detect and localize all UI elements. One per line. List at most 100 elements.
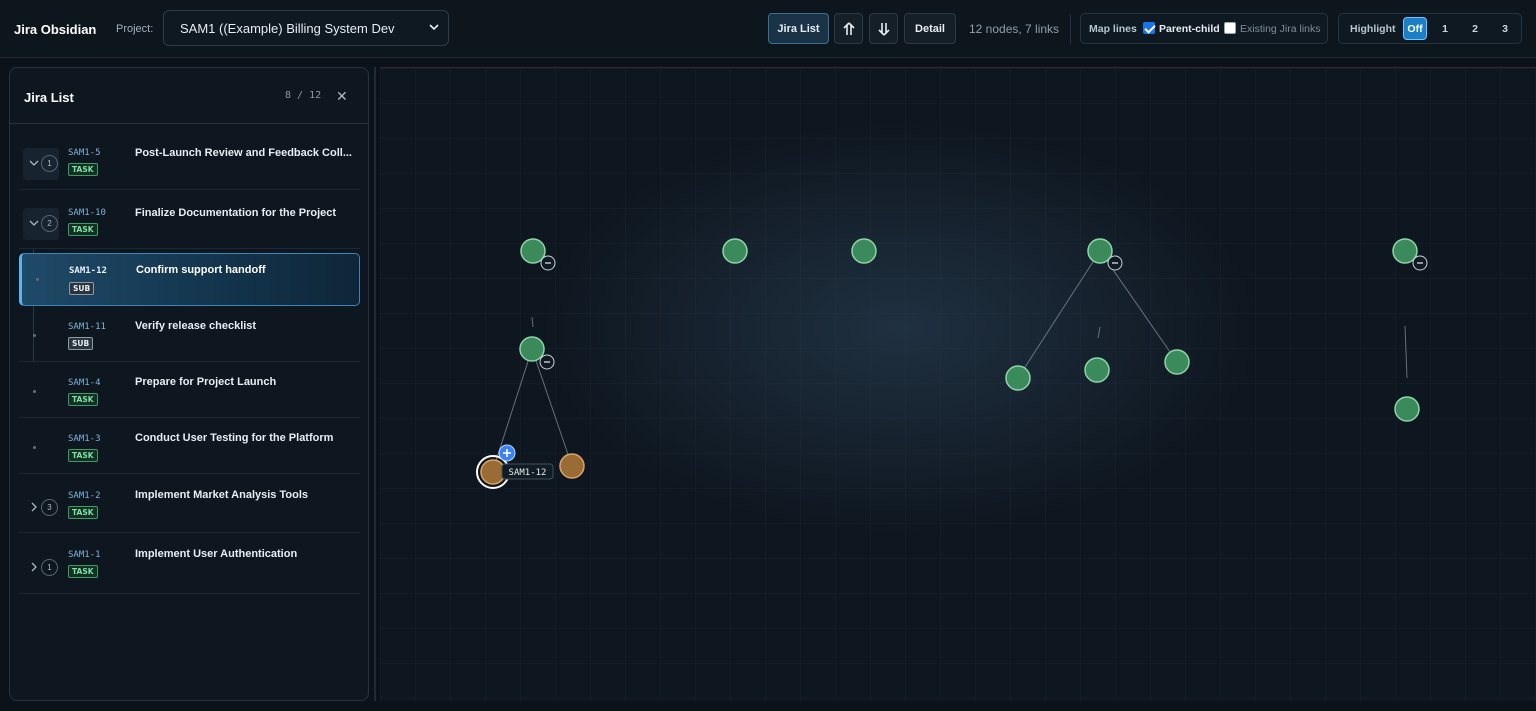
panel-title: Jira List (24, 90, 74, 105)
minus-icon[interactable] (540, 255, 556, 271)
graph-node[interactable] (520, 238, 546, 264)
issue-key: SAM1-4 (68, 378, 101, 388)
list-item-sam1-11[interactable]: SAM1-11 SUB Verify release checklist (19, 308, 360, 362)
task-nodes (519, 238, 1420, 422)
close-icon[interactable]: ✕ (336, 88, 348, 105)
project-select[interactable]: SAM1 ((Example) Billing System Dev) (163, 10, 449, 46)
graph-node-sam1-12[interactable] (480, 459, 506, 485)
chevron-right-icon (31, 502, 37, 512)
issue-key: SAM1-1 (68, 550, 101, 560)
top-toolbar: Jira Obsidian Project: SAM1 ((Example) B… (0, 0, 1536, 58)
type-badge: TASK (68, 163, 98, 176)
highlight-group: Highlight Off 1 2 3 (1338, 13, 1522, 44)
leaf-dot (33, 446, 36, 449)
leaf-dot (33, 334, 36, 337)
list-item-sam1-12[interactable]: SAM1-12 SUB Confirm support handoff (19, 253, 360, 306)
expand-toggle[interactable]: 3 (23, 492, 59, 524)
graph-node[interactable] (851, 238, 877, 264)
child-count: 1 (41, 559, 58, 576)
highlight-off-button[interactable]: Off (1403, 17, 1427, 40)
parent-child-links (492, 250, 1408, 471)
graph-node[interactable] (1394, 396, 1420, 422)
issue-summary: Post-Launch Review and Feedback Coll... (135, 147, 352, 159)
node-label-text: SAM1-12 (509, 468, 547, 478)
double-arrow-down-icon (877, 22, 890, 36)
double-arrow-up-icon (842, 21, 855, 35)
move-down-button[interactable] (869, 13, 898, 44)
existing-links-label[interactable]: Existing Jira links (1240, 23, 1321, 35)
highlight-2-button[interactable]: 2 (1463, 17, 1487, 40)
graph-node[interactable] (1164, 349, 1190, 375)
graph-node[interactable] (1392, 238, 1418, 264)
leaf-dot (36, 278, 39, 281)
type-badge: SUB (69, 282, 95, 295)
map-lines-label: Map lines (1089, 23, 1137, 35)
panel-header: Jira List 8 / 12 ✕ (10, 68, 368, 124)
expand-toggle[interactable]: 1 (23, 552, 59, 584)
map-lines-group: Map lines Parent-child Existing Jira lin… (1080, 13, 1328, 44)
issue-key: SAM1-12 (69, 266, 107, 276)
graph-node[interactable] (1087, 238, 1113, 264)
list-item-sam1-3[interactable]: SAM1-3 TASK Conduct User Testing for the… (19, 419, 360, 474)
panel-resize-handle[interactable] (374, 67, 376, 701)
graph-node[interactable] (1084, 357, 1110, 383)
issue-summary: Conduct User Testing for the Platform (135, 432, 334, 444)
type-badge: TASK (68, 506, 98, 519)
type-badge: TASK (68, 565, 98, 578)
app-title: Jira Obsidian (14, 22, 97, 37)
issue-summary: Finalize Documentation for the Project (135, 207, 337, 219)
type-badge: TASK (68, 393, 98, 406)
expand-toggle[interactable]: 1 (23, 148, 59, 180)
plus-icon[interactable] (498, 444, 516, 462)
parent-child-label[interactable]: Parent-child (1159, 23, 1220, 35)
issue-key: SAM1-10 (68, 208, 106, 218)
graph-node[interactable] (1005, 365, 1031, 391)
highlight-label: Highlight (1350, 23, 1396, 35)
expand-toggle[interactable]: 2 (23, 208, 59, 240)
child-count: 2 (41, 215, 58, 232)
jira-list-panel: Jira List 8 / 12 ✕ 1 SAM1-5 TASK Post-La… (9, 67, 369, 701)
graph-stats: 12 nodes, 7 links (969, 22, 1060, 36)
toolbar-divider (1070, 14, 1071, 44)
child-count: 3 (41, 499, 58, 516)
chevron-right-icon (31, 562, 37, 572)
issue-summary: Confirm support handoff (136, 264, 266, 276)
issue-summary: Implement User Authentication (135, 548, 298, 560)
project-select-value: SAM1 ((Example) Billing System Dev) (180, 20, 395, 36)
link-line (1404, 325, 1408, 379)
leaf-dot (33, 390, 36, 393)
existing-links-checkbox[interactable] (1224, 22, 1236, 34)
list-item-sam1-4[interactable]: SAM1-4 TASK Prepare for Project Launch (19, 363, 360, 418)
graph-canvas[interactable]: SAM1-12 (380, 67, 1536, 701)
jira-list-button[interactable]: Jira List (768, 13, 829, 44)
list-item-sam1-5[interactable]: 1 SAM1-5 TASK Post-Launch Review and Fee… (19, 140, 360, 190)
issue-key: SAM1-3 (68, 434, 101, 444)
link-line (1097, 326, 1101, 339)
link-line (531, 316, 534, 328)
highlight-1-button[interactable]: 1 (1433, 17, 1457, 40)
minus-icon[interactable] (539, 354, 555, 370)
detail-button[interactable]: Detail (904, 13, 956, 44)
type-badge: TASK (68, 449, 98, 462)
panel-count: 8 / 12 (285, 90, 322, 101)
type-badge: SUB (68, 337, 94, 350)
issue-summary: Prepare for Project Launch (135, 376, 277, 388)
list-item-sam1-2[interactable]: 3 SAM1-2 TASK Implement Market Analysis … (19, 475, 360, 533)
type-badge: TASK (68, 223, 98, 236)
graph-node[interactable] (559, 453, 585, 479)
graph-node[interactable] (722, 238, 748, 264)
chevron-down-icon (429, 24, 439, 31)
issue-summary: Implement Market Analysis Tools (135, 489, 308, 501)
list-item-sam1-10[interactable]: 2 SAM1-10 TASK Finalize Documentation fo… (19, 191, 360, 249)
issue-key: SAM1-2 (68, 491, 101, 501)
list-item-sam1-1[interactable]: 1 SAM1-1 TASK Implement User Authenticat… (19, 534, 360, 594)
link-line (1017, 250, 1101, 379)
graph-node[interactable] (519, 336, 545, 362)
move-up-button[interactable] (834, 13, 863, 44)
minus-icon[interactable] (1412, 255, 1428, 271)
parent-child-checkbox[interactable] (1143, 22, 1155, 34)
issue-summary: Verify release checklist (135, 320, 257, 332)
highlight-3-button[interactable]: 3 (1493, 17, 1517, 40)
minus-icon[interactable] (1107, 255, 1123, 271)
chevron-down-icon (29, 220, 39, 226)
